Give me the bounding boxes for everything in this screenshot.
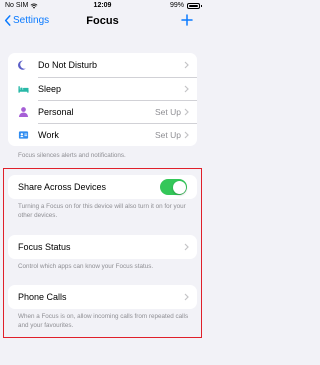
status-bar: No SIM 12:09 99% (0, 0, 205, 12)
share-across-devices-toggle[interactable] (160, 179, 187, 195)
focus-mode-label: Personal (38, 106, 74, 117)
focus-status-row[interactable]: Focus Status (8, 235, 197, 259)
battery-icon (187, 2, 202, 9)
navigation-bar: Settings Focus (0, 12, 205, 34)
focus-mode-label: Work (38, 129, 59, 140)
focus-mode-label: Do Not Disturb (38, 60, 98, 70)
focus-mode-status: Set Up (155, 106, 181, 117)
phone-calls-group: Phone Calls (8, 285, 197, 309)
chevron-right-icon (184, 85, 189, 92)
focus-mode-label: Sleep (38, 83, 62, 94)
moon-icon (18, 60, 26, 70)
focus-mode-sleep[interactable]: Sleep (8, 77, 197, 100)
chevron-right-icon (184, 293, 189, 301)
bed-icon (18, 85, 29, 93)
share-across-devices-label: Share Across Devices (18, 182, 107, 192)
chevron-right-icon (184, 108, 189, 115)
share-across-devices-group: Share Across Devices (8, 175, 197, 199)
phone-calls-footer: When a Focus is on, allow incoming calls… (18, 313, 189, 329)
focus-modes-list: Do Not Disturb Sleep Personal Set Up Wor… (8, 53, 197, 146)
focus-status-label: Focus Status (18, 242, 71, 252)
phone-calls-label: Phone Calls (18, 292, 67, 302)
battery-percent: 99% (169, 2, 184, 9)
share-across-devices-row: Share Across Devices (8, 175, 197, 199)
battery-info: 99% (169, 2, 202, 9)
share-across-devices-footer: Turning a Focus on for this device will … (18, 203, 186, 219)
focus-mode-status: Set Up (155, 129, 181, 140)
page-title: Focus (86, 15, 119, 27)
toggle-knob (172, 180, 186, 194)
chevron-right-icon (184, 131, 189, 138)
add-focus-button[interactable] (181, 14, 193, 26)
focus-status-footer: Control which apps can know your Focus s… (18, 263, 154, 270)
person-icon (18, 106, 29, 117)
focus-modes-footer: Focus silences alerts and notifications. (18, 152, 126, 159)
focus-status-group: Focus Status (8, 235, 197, 259)
focus-mode-work[interactable]: Work Set Up (8, 123, 197, 146)
focus-mode-do-not-disturb[interactable]: Do Not Disturb (8, 53, 197, 77)
chevron-right-icon (184, 243, 189, 251)
chevron-right-icon (184, 61, 189, 69)
id-badge-icon (18, 130, 29, 139)
phone-calls-row[interactable]: Phone Calls (8, 285, 197, 309)
focus-mode-personal[interactable]: Personal Set Up (8, 100, 197, 123)
